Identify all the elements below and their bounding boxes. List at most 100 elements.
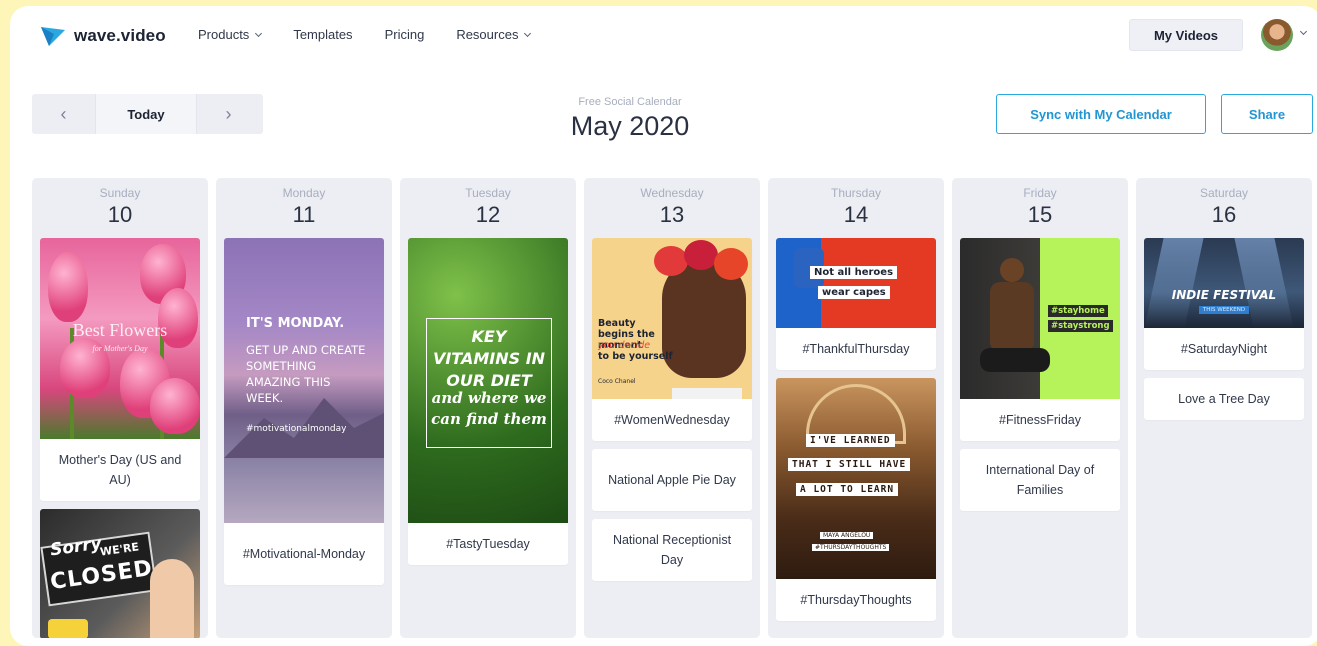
day-number: 10 bbox=[107, 202, 133, 227]
brand-name: wave.video bbox=[74, 26, 166, 45]
light-beam bbox=[1144, 238, 1204, 328]
closed-sign-image: Sorry WE'RE CLOSED bbox=[40, 509, 200, 638]
mountain-lake-image: IT'S MONDAY. GET UP AND CREATE SOMETHING… bbox=[224, 238, 384, 523]
day-column-thursday: Thursday 14 Not all heroes wear capes #T… bbox=[768, 178, 944, 638]
tulip bbox=[150, 378, 200, 434]
day-column-friday: Friday 15 #stayhome #staystrong #Fitness… bbox=[952, 178, 1128, 638]
monday-line-2: GET UP AND CREATE SOMETHING AMAZING THIS… bbox=[246, 343, 366, 405]
nav-links: Products Templates Pricing Resources bbox=[198, 27, 562, 42]
shirt bbox=[672, 388, 742, 399]
heroes-line-1: Not all heroes bbox=[810, 266, 898, 279]
day-name: Monday bbox=[282, 186, 326, 200]
event-card-women-wednesday[interactable]: Beauty begins the moment you decide to b… bbox=[592, 238, 752, 441]
top-nav: wave.video Products Templates Pricing Re… bbox=[10, 6, 1317, 66]
share-button[interactable]: Share bbox=[1221, 94, 1313, 134]
festival-title: INDIE FESTIVAL bbox=[1171, 288, 1277, 302]
chevron-down-icon bbox=[255, 29, 263, 37]
festival-subtitle: THIS WEEKEND bbox=[1199, 306, 1249, 314]
light-beam bbox=[1234, 238, 1294, 328]
event-card-receptionist-day[interactable]: National Receptionist Day bbox=[592, 519, 752, 581]
chevron-right-icon: › bbox=[225, 103, 232, 124]
day-number: 12 bbox=[475, 202, 501, 227]
festival-image: INDIE FESTIVAL THIS WEEKEND bbox=[1144, 238, 1304, 328]
event-card-apple-pie-day[interactable]: National Apple Pie Day bbox=[592, 449, 752, 511]
library-tag: #THURSDAYTHOUGHTS bbox=[812, 544, 890, 551]
day-name: Tuesday bbox=[465, 186, 511, 200]
flower bbox=[684, 240, 718, 270]
day-column-monday: Monday 11 IT'S MONDAY. GET UP AND CREATE… bbox=[216, 178, 392, 638]
day-column-tuesday: Tuesday 12 KEY VITAMINS IN OUR DIET and … bbox=[400, 178, 576, 638]
event-card-fitness-friday[interactable]: #stayhome #staystrong #FitnessFriday bbox=[960, 238, 1120, 441]
day-name: Thursday bbox=[830, 186, 882, 200]
torso bbox=[990, 282, 1034, 352]
quote-3: to be yourself bbox=[598, 351, 673, 362]
library-image: I'VE LEARNED THAT I STILL HAVE A LOT TO … bbox=[776, 378, 936, 579]
library-author: MAYA ANGELOU bbox=[820, 532, 874, 539]
library-line-3: A LOT TO LEARN bbox=[796, 483, 899, 496]
nav-resources-label: Resources bbox=[456, 27, 519, 42]
event-card-saturday-night[interactable]: INDIE FESTIVAL THIS WEEKEND #SaturdayNig… bbox=[1144, 238, 1304, 370]
day-number: 15 bbox=[1027, 202, 1053, 227]
spinach-image: KEY VITAMINS IN OUR DIET and where we ca… bbox=[408, 238, 568, 523]
date-navigation: ‹ Today › bbox=[32, 94, 263, 134]
day-name: Sunday bbox=[99, 186, 141, 200]
fitness-tag-2: #staystrong bbox=[1048, 320, 1113, 332]
nav-templates-label: Templates bbox=[293, 27, 353, 42]
event-caption: National Receptionist Day bbox=[612, 533, 732, 567]
event-card-thankful-thursday[interactable]: Not all heroes wear capes #ThankfulThurs… bbox=[776, 238, 936, 370]
event-card-love-a-tree-day[interactable]: Love a Tree Day bbox=[1144, 378, 1304, 420]
legs bbox=[980, 348, 1050, 372]
wave-logo-icon bbox=[41, 27, 65, 46]
nav-templates[interactable]: Templates bbox=[293, 27, 352, 42]
event-card-closed[interactable]: Sorry WE'RE CLOSED bbox=[40, 509, 200, 638]
event-caption: #FitnessFriday bbox=[999, 413, 1081, 427]
brand-logo[interactable]: wave.video bbox=[40, 24, 166, 48]
day-column-sunday: Sunday 10 Best Flowers for Mother's Day … bbox=[32, 178, 208, 638]
event-card-tasty-tuesday[interactable]: KEY VITAMINS IN OUR DIET and where we ca… bbox=[408, 238, 568, 565]
monday-line-1: IT'S MONDAY. bbox=[246, 316, 345, 331]
event-caption: #ThankfulThursday bbox=[802, 342, 910, 356]
fitness-image: #stayhome #staystrong bbox=[960, 238, 1120, 399]
event-card-motivational-monday[interactable]: IT'S MONDAY. GET UP AND CREATE SOMETHING… bbox=[224, 238, 384, 585]
nav-pricing[interactable]: Pricing bbox=[385, 27, 425, 42]
tulip bbox=[48, 252, 88, 322]
day-column-wednesday: Wednesday 13 Beauty begins the moment yo… bbox=[584, 178, 760, 638]
chevron-left-icon: ‹ bbox=[60, 103, 67, 124]
chevron-down-icon[interactable] bbox=[1299, 27, 1308, 36]
flowers-image: Best Flowers for Mother's Day bbox=[40, 238, 200, 439]
chevron-down-icon bbox=[524, 29, 532, 37]
today-button[interactable]: Today bbox=[95, 94, 197, 134]
sync-calendar-button[interactable]: Sync with My Calendar bbox=[996, 94, 1206, 134]
event-caption: International Day of Families bbox=[985, 463, 1095, 497]
day-name: Friday bbox=[1023, 186, 1057, 200]
calendar-title: May 2020 bbox=[570, 111, 690, 141]
event-caption: #TastyTuesday bbox=[446, 537, 530, 551]
day-number: 11 bbox=[292, 202, 316, 227]
event-caption: #Motivational-Monday bbox=[242, 547, 366, 561]
heroes-line-2: wear capes bbox=[818, 286, 890, 299]
day-column-saturday: Saturday 16 INDIE FESTIVAL THIS WEEKEND … bbox=[1136, 178, 1312, 638]
event-card-thursday-thoughts[interactable]: I'VE LEARNED THAT I STILL HAVE A LOT TO … bbox=[776, 378, 936, 621]
nav-resources[interactable]: Resources bbox=[456, 27, 532, 42]
flower bbox=[654, 246, 688, 276]
prev-week-button[interactable]: ‹ bbox=[32, 94, 95, 134]
next-week-button[interactable]: › bbox=[197, 94, 260, 134]
person bbox=[150, 559, 194, 638]
app-frame: wave.video Products Templates Pricing Re… bbox=[10, 6, 1317, 646]
yellow-tag bbox=[48, 619, 88, 638]
flower bbox=[714, 248, 748, 280]
woman-flowers-image: Beauty begins the moment you decide to b… bbox=[592, 238, 752, 399]
calendar-subtitle: Free Social Calendar bbox=[578, 96, 682, 108]
event-card-families-day[interactable]: International Day of Families bbox=[960, 449, 1120, 511]
event-caption: Love a Tree Day bbox=[1178, 392, 1270, 406]
day-number: 14 bbox=[843, 202, 869, 227]
tuesday-line-2: and where we can find them bbox=[431, 389, 547, 428]
my-videos-button[interactable]: My Videos bbox=[1129, 19, 1243, 51]
nav-products[interactable]: Products bbox=[198, 27, 263, 42]
library-line-1: I'VE LEARNED bbox=[806, 434, 895, 447]
event-card-mothers-day[interactable]: Best Flowers for Mother's Day Mother's D… bbox=[40, 238, 200, 501]
quote-author: Coco Chanel bbox=[598, 378, 636, 385]
day-name: Saturday bbox=[1199, 186, 1249, 200]
day-number: 13 bbox=[659, 202, 685, 227]
avatar[interactable] bbox=[1261, 19, 1293, 51]
